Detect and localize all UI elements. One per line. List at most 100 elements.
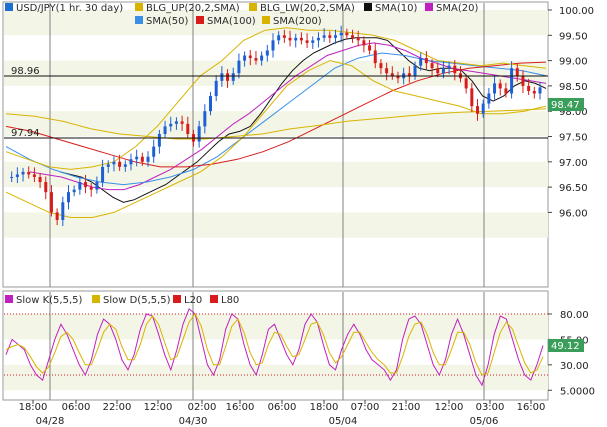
candle-body xyxy=(169,123,173,127)
y-tick-label: 97.00 xyxy=(559,158,588,169)
candle-body xyxy=(243,55,247,61)
candle-body xyxy=(271,40,275,51)
candle-body xyxy=(72,189,76,193)
candle-body xyxy=(260,55,264,61)
candle-body xyxy=(123,164,127,167)
price-panel xyxy=(2,1,549,288)
candle-body xyxy=(538,87,542,94)
candle-body xyxy=(493,83,497,94)
candle-body xyxy=(368,45,372,51)
x-tick-label: 12:00 xyxy=(144,402,173,413)
candle-body xyxy=(180,121,184,124)
candle-body xyxy=(231,73,235,81)
candle-body xyxy=(146,156,150,162)
stoch-y-tick-label: 5.0000 xyxy=(560,386,595,397)
candle-body xyxy=(89,187,93,190)
y-tick-label: 98.50 xyxy=(559,82,588,93)
legend-sma100: SMA(100) xyxy=(207,16,256,27)
legend-slow-k: Slow K(5,5,5) xyxy=(16,295,83,306)
candle-body xyxy=(424,58,428,64)
x-date-label: 05/04 xyxy=(329,416,358,427)
chart-canvas: USD/JPY(1 hr. 30 day) BLG_UP(20,2,SMA) B… xyxy=(2,1,595,427)
candle-body xyxy=(95,182,99,190)
candle-body xyxy=(328,35,332,38)
candle-body xyxy=(339,32,343,36)
x-tick-label: 07:00 xyxy=(351,402,380,413)
candle-body xyxy=(38,176,42,183)
x-date-label: 05/06 xyxy=(470,416,499,427)
candle-body xyxy=(197,126,201,142)
x-tick-label: 03:00 xyxy=(476,402,505,413)
candle-body xyxy=(515,68,519,76)
candle-body xyxy=(135,156,139,160)
y-tick-label: 96.50 xyxy=(559,183,588,194)
legend-sma10: SMA(10) xyxy=(375,3,417,14)
candle-body xyxy=(265,50,269,56)
candle-body xyxy=(407,73,411,76)
candle-body xyxy=(390,73,394,76)
legend-swatch-sma10 xyxy=(364,3,372,11)
candle-body xyxy=(345,32,349,36)
candle-body xyxy=(10,176,14,178)
x-tick-label: 06:00 xyxy=(62,402,91,413)
candle-body xyxy=(532,90,536,94)
time-axis: 18:00 06:00 22:00 12:00 02:00 16:00 06:00 18:00… xyxy=(19,400,546,427)
candle-body xyxy=(441,68,445,74)
candle-body xyxy=(157,133,161,147)
legend-swatch-sma100 xyxy=(196,16,204,24)
candle-body xyxy=(419,58,423,66)
legend-blg-lw: BLG_LW(20,2,SMA) xyxy=(260,3,355,14)
candle-body xyxy=(299,37,303,41)
stoch-y-tick-label: 30.00 xyxy=(560,361,589,372)
legend-swatch-l80 xyxy=(210,295,218,303)
candle-body xyxy=(527,85,531,91)
stoch-band xyxy=(4,364,548,391)
candle-body xyxy=(84,182,88,188)
legend-l80: L80 xyxy=(221,295,239,306)
candle-body xyxy=(322,35,326,38)
legend-blg-up: BLG_UP(20,2,SMA) xyxy=(146,3,240,14)
candle-body xyxy=(152,146,156,157)
legend-price: USD/JPY(1 hr. 30 day) xyxy=(16,3,123,14)
candle-body xyxy=(498,83,502,89)
y-tick-label: 100.00 xyxy=(559,6,594,17)
candle-body xyxy=(311,40,315,43)
x-tick-label: 12:00 xyxy=(435,402,464,413)
candle-body xyxy=(379,63,383,69)
x-tick-label: 21:00 xyxy=(392,402,421,413)
x-tick-label: 02:00 xyxy=(188,402,217,413)
candle-body xyxy=(351,35,355,38)
candle-body xyxy=(112,161,116,165)
x-date-label: 04/28 xyxy=(36,416,65,427)
candle-body xyxy=(248,55,252,59)
candle-body xyxy=(118,161,122,167)
candle-body xyxy=(254,58,258,61)
candle-body xyxy=(333,35,337,38)
candle-body xyxy=(44,182,48,193)
candle-body xyxy=(106,164,110,167)
legend-swatch-slow-k xyxy=(5,295,13,303)
legend-swatch-slow-d xyxy=(92,295,100,303)
candle-body xyxy=(186,123,190,134)
candle-body xyxy=(504,88,508,94)
candle-body xyxy=(453,65,457,74)
candle-body xyxy=(226,73,230,81)
candle-body xyxy=(470,88,474,107)
x-tick-label: 16:00 xyxy=(517,402,546,413)
legend-slow-d: Slow D(5,5,5) xyxy=(103,295,171,306)
candle-body xyxy=(32,174,36,177)
stoch-y-tick-label: 80.00 xyxy=(560,310,589,321)
legend-sma200: SMA(200) xyxy=(273,16,322,27)
candle-body xyxy=(214,80,218,97)
legend-swatch-sma200 xyxy=(262,16,270,24)
price-y-axis: 100.0099.5099.0098.5098.0097.5097.0096.5… xyxy=(548,6,594,219)
candle-body xyxy=(487,93,491,104)
last-price-label: 98.47 xyxy=(551,100,580,111)
level-label-low: 97.94 xyxy=(11,128,40,139)
candle-body xyxy=(15,174,19,177)
candle-body xyxy=(27,171,31,175)
price-band xyxy=(4,111,548,137)
candle-body xyxy=(209,96,213,112)
candle-body xyxy=(163,126,167,134)
candle-body xyxy=(464,78,468,89)
